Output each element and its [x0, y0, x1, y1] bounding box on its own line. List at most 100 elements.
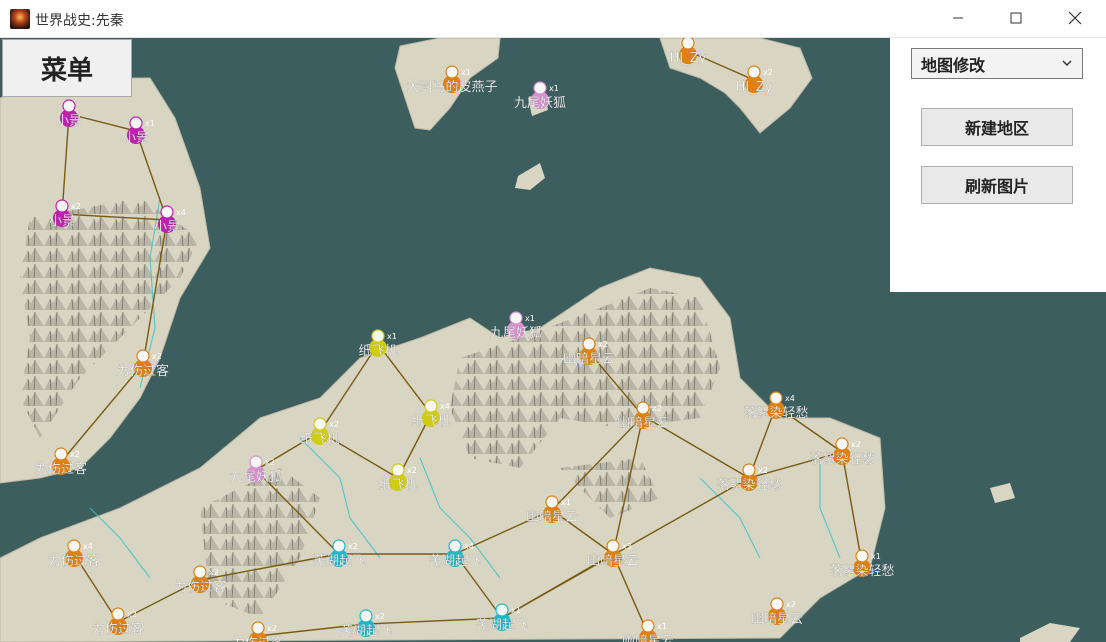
- region-name-label: 幽暗星云: [751, 612, 803, 627]
- region-name-label: 芜湖起飞: [340, 624, 392, 639]
- unit-count: x1: [387, 332, 397, 341]
- avatar-icon: [606, 539, 620, 553]
- region-name-label: 为伤过客: [117, 363, 169, 379]
- unit-count: x2: [375, 612, 385, 621]
- region-name-label: 大司马的皮燕子: [406, 79, 497, 95]
- unit-count: x1: [145, 119, 155, 128]
- unit-count: x3: [622, 542, 632, 551]
- unit-count: x2: [652, 404, 662, 413]
- unit-count: x1: [511, 606, 521, 615]
- avatar-icon: [495, 603, 509, 617]
- side-panel: 地图修改 新建地区 刷新图片: [890, 38, 1106, 292]
- map-mode-value: 地图修改: [921, 55, 986, 75]
- avatar-icon: [770, 597, 784, 611]
- unit-count: x1: [561, 498, 571, 507]
- region-name-label: 落絮染轻愁: [809, 451, 874, 467]
- unit-count: x1: [549, 84, 559, 93]
- region-name-label: 小景: [123, 131, 149, 146]
- avatar-icon: [509, 311, 523, 325]
- unit-count: x2: [348, 542, 358, 551]
- region-name-label: 幽暗星云: [563, 352, 615, 367]
- avatar-icon: [67, 539, 81, 553]
- region-name-label: 落絮染轻愁: [716, 477, 781, 493]
- unit-count: x2: [758, 466, 768, 475]
- unit-count: x2: [329, 420, 339, 429]
- avatar-icon: [371, 329, 385, 343]
- region-name-label: 九尾妖狐: [514, 96, 566, 111]
- region-name-label: 纸飞机: [300, 432, 339, 447]
- window-title: 世界战史:先秦: [35, 13, 124, 29]
- title-bar: 世界战史:先秦: [0, 0, 1106, 38]
- region-name-label: 小景: [49, 214, 75, 229]
- region-name-label: 幽暗星云: [622, 634, 674, 642]
- region-name-label: 幽暗星云: [526, 510, 578, 525]
- region-name-label: 为伤过客: [232, 635, 284, 642]
- unit-count: x4: [440, 402, 450, 411]
- unit-count: x2: [763, 68, 773, 77]
- region-name-label: 为伤过客: [35, 461, 87, 477]
- app-icon: [10, 9, 30, 29]
- avatar-icon: [359, 609, 373, 623]
- avatar-icon: [391, 463, 405, 477]
- region-name-label: 纸飞机: [411, 414, 450, 429]
- avatar-icon: [835, 437, 849, 451]
- minimize-button[interactable]: [935, 0, 981, 36]
- unit-count: x1: [657, 622, 667, 631]
- region-name-label: 小景: [56, 114, 82, 129]
- unit-count: x2: [71, 202, 81, 211]
- avatar-icon: [533, 81, 547, 95]
- region-name-label: 幽暗星云: [587, 554, 639, 569]
- minimize-icon: [953, 17, 963, 19]
- avatar-icon: [129, 116, 143, 130]
- region-name-label: 为伤过客: [48, 553, 100, 569]
- close-button[interactable]: [1052, 0, 1098, 36]
- unit-count: x2: [209, 568, 219, 577]
- avatar-icon: [769, 391, 783, 405]
- unit-count: x2: [851, 440, 861, 449]
- avatar-icon: [313, 417, 327, 431]
- region-name-label: 芜湖起飞: [429, 554, 481, 569]
- region-name-label: 九尾妖狐: [230, 470, 282, 485]
- avatar-icon: [136, 349, 150, 363]
- unit-count: x1: [525, 314, 535, 323]
- region-name-label: 芜湖起飞: [476, 618, 528, 633]
- region-name-label: 为伤过客: [92, 621, 144, 637]
- region-name-label: 九尾妖狐: [490, 326, 542, 341]
- unit-count: x4: [176, 208, 186, 217]
- menu-button[interactable]: 菜单: [2, 39, 132, 97]
- avatar-icon: [160, 205, 174, 219]
- unit-count: x2: [407, 466, 417, 475]
- avatar-icon: [445, 65, 459, 79]
- avatar-icon: [747, 65, 761, 79]
- unit-count: x2: [598, 340, 608, 349]
- avatar-icon: [448, 539, 462, 553]
- unit-count: x2: [265, 458, 275, 467]
- new-region-button[interactable]: 新建地区: [921, 108, 1073, 146]
- avatar-icon: [641, 619, 655, 633]
- avatar-icon: [545, 495, 559, 509]
- close-icon: [1068, 11, 1082, 25]
- region-name-label: 落絮染轻愁: [743, 405, 808, 421]
- region-name-label: 落絮染轻愁: [829, 563, 894, 579]
- avatar-icon: [582, 337, 596, 351]
- avatar-icon: [681, 38, 695, 50]
- region-name-label: 小景: [154, 220, 180, 235]
- refresh-image-button[interactable]: 刷新图片: [921, 166, 1073, 204]
- region-name-label: 纸飞机: [358, 344, 397, 359]
- region-name-label: 为伤过客: [174, 579, 226, 595]
- avatar-icon: [636, 401, 650, 415]
- unit-count: x4: [83, 542, 93, 551]
- avatar-icon: [111, 607, 125, 621]
- avatar-icon: [424, 399, 438, 413]
- unit-count: x2: [786, 600, 796, 609]
- chevron-down-icon: [1062, 60, 1072, 67]
- unit-count: x2: [267, 624, 277, 633]
- maximize-button[interactable]: [993, 0, 1039, 36]
- map-mode-select[interactable]: 地图修改: [911, 48, 1083, 79]
- region-name-label: HI_Zy: [736, 80, 773, 95]
- region-name-label: 纸飞机: [378, 478, 417, 493]
- avatar-icon: [54, 447, 68, 461]
- maximize-icon: [1010, 12, 1022, 24]
- avatar-icon: [251, 621, 265, 635]
- unit-count: x2: [127, 610, 137, 619]
